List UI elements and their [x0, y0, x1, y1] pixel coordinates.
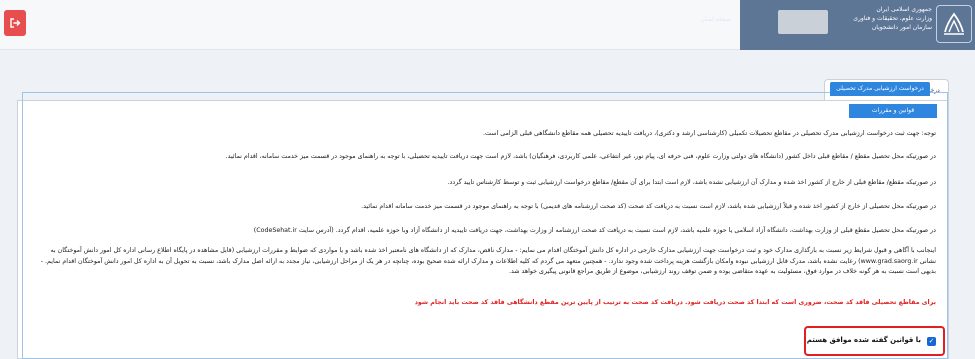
agreement-box[interactable]: ✓ با قوانین گفته شده موافق هستم [804, 326, 945, 356]
org-line-1: جمهوری اسلامی ایران [876, 6, 932, 13]
home-link[interactable]: صفحه اصلی [700, 16, 731, 23]
logout-icon [10, 18, 21, 28]
rule-warning: برای مقاطع تحصیلی فاقد کد صحت، ضروری است… [414, 299, 936, 306]
rule-paragraph-1: توجه: جهت ثبت درخواست ارزشیابی مدرک تحصی… [483, 130, 936, 137]
rule-paragraph-6: اینجانب با آگاهی و قبول شرایط زیر نسبت ب… [40, 247, 936, 275]
agreement-checkbox[interactable]: ✓ [927, 337, 936, 346]
rule-paragraph-2: در صورتیکه محل تحصیل مقطع / مقاطع قبلی د… [225, 153, 936, 160]
rule-paragraph-3: در صورتیکه مقطع/ مقاطع قبلی از خارج از ک… [447, 179, 936, 186]
rule-paragraph-5: در صورتیکه محل تحصیل مقطع قبلی از وزارت … [253, 227, 936, 234]
top-bar: صفحه اصلی جمهوری اسلامی ایران وزارت علوم… [0, 0, 975, 50]
org-logo [936, 5, 972, 43]
org-line-3: سازمان امور دانشجویان [871, 24, 932, 31]
user-name [778, 10, 828, 34]
rule-paragraph-4: در صورتیکه محل تحصیلی از خارج از کشور اخ… [361, 203, 936, 210]
rules-title: قوانین و مقررات [849, 104, 937, 118]
section-title: درخواست ارزشیابی مدرک تحصیلی خارجی [830, 82, 930, 106]
org-name: جمهوری اسلامی ایران وزارت علوم، تحقیقات … [846, 5, 932, 32]
logo-icon [944, 12, 964, 35]
org-line-2: وزارت علوم، تحقیقات و فناوری [853, 15, 932, 22]
agreement-label[interactable]: با قوانین گفته شده موافق هستم [807, 336, 921, 344]
logout-button[interactable] [4, 10, 26, 36]
